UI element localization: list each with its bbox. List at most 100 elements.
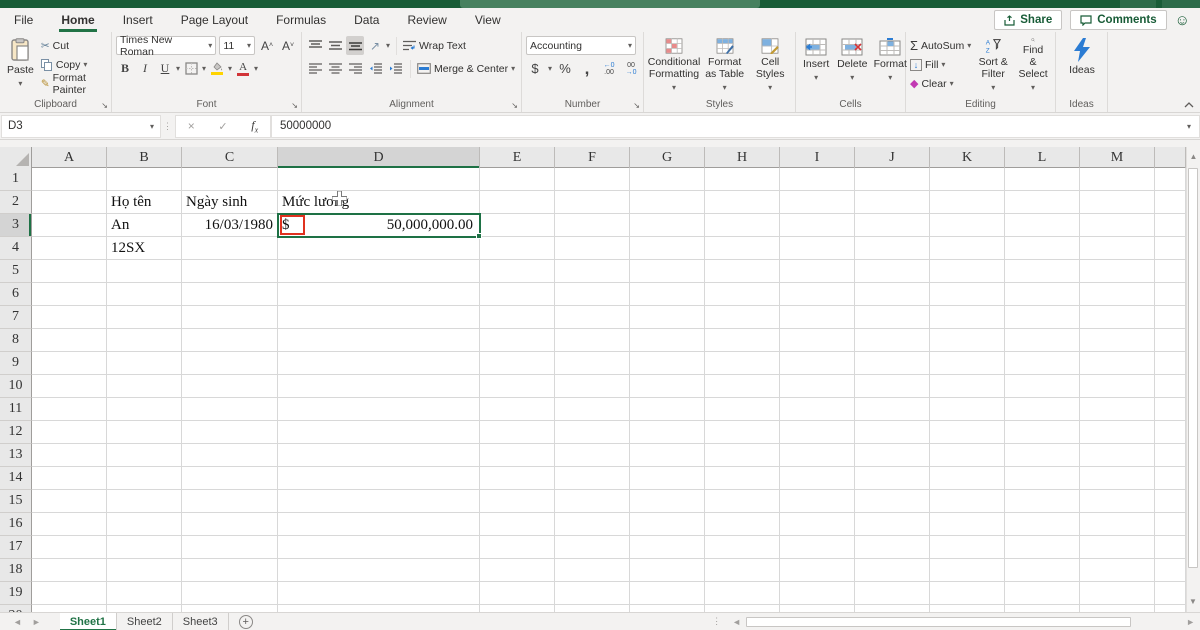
sheet-nav-left-icon[interactable]: ◄ xyxy=(8,617,27,627)
accounting-format-button[interactable]: $ xyxy=(526,59,544,78)
cell-A13[interactable] xyxy=(32,444,107,467)
cell-J5[interactable] xyxy=(855,260,930,283)
cell-B2[interactable]: Họ tên xyxy=(107,191,182,214)
cell-L6[interactable] xyxy=(1005,283,1080,306)
cell-H8[interactable] xyxy=(705,329,780,352)
cell-B14[interactable] xyxy=(107,467,182,490)
cell-C3[interactable]: 16/03/1980 xyxy=(182,214,278,237)
cell-E3[interactable] xyxy=(480,214,555,237)
paste-dropdown-chevron[interactable]: ▾ xyxy=(18,78,22,90)
orientation-chevron[interactable]: ▾ xyxy=(386,41,390,50)
cell-D15[interactable] xyxy=(278,490,480,513)
insert-function-icon[interactable]: fx xyxy=(251,118,258,134)
cell-D16[interactable] xyxy=(278,513,480,536)
cell-K15[interactable] xyxy=(930,490,1005,513)
cell-I15[interactable] xyxy=(780,490,855,513)
cell-L14[interactable] xyxy=(1005,467,1080,490)
hscroll-left-arrow-icon[interactable]: ◄ xyxy=(727,617,746,627)
column-header-E[interactable]: E xyxy=(480,147,555,168)
cell-M15[interactable] xyxy=(1080,490,1155,513)
name-box[interactable]: D3 ▾ xyxy=(1,115,161,138)
cell-E18[interactable] xyxy=(480,559,555,582)
cell-L7[interactable] xyxy=(1005,306,1080,329)
increase-font-size-button[interactable]: A˄ xyxy=(258,36,276,55)
row-header-20[interactable]: 20 xyxy=(0,605,32,612)
hscroll-splitter-dots[interactable]: ⋮ xyxy=(707,616,727,627)
column-header-I[interactable]: I xyxy=(780,147,855,168)
sheet-tab-sheet2[interactable]: Sheet2 xyxy=(117,613,173,630)
cell-E14[interactable] xyxy=(480,467,555,490)
cell-I12[interactable] xyxy=(780,421,855,444)
cell-C17[interactable] xyxy=(182,536,278,559)
cell-D14[interactable] xyxy=(278,467,480,490)
cell-M11[interactable] xyxy=(1080,398,1155,421)
cell-M14[interactable] xyxy=(1080,467,1155,490)
column-header-M[interactable]: M xyxy=(1080,147,1155,168)
formula-bar-splitter[interactable]: ⋮ xyxy=(161,121,175,132)
horizontal-scrollbar-thumb[interactable] xyxy=(746,617,1131,627)
cell-F20[interactable] xyxy=(555,605,630,612)
underline-button[interactable]: U xyxy=(156,59,174,78)
font-color-button[interactable]: A xyxy=(234,59,252,78)
cell-M20[interactable] xyxy=(1080,605,1155,612)
cell-C6[interactable] xyxy=(182,283,278,306)
cell-L4[interactable] xyxy=(1005,237,1080,260)
cell-D20[interactable] xyxy=(278,605,480,612)
ribbon-tab-data[interactable]: Data xyxy=(340,8,393,32)
collapse-ribbon-button[interactable] xyxy=(1184,102,1194,108)
cell-A12[interactable] xyxy=(32,421,107,444)
cell-M8[interactable] xyxy=(1080,329,1155,352)
cell-G4[interactable] xyxy=(630,237,705,260)
fill-color-chevron[interactable]: ▾ xyxy=(228,64,232,73)
row-header-1[interactable]: 1 xyxy=(0,168,32,191)
vertical-scrollbar-thumb[interactable] xyxy=(1188,168,1198,568)
cell-D8[interactable] xyxy=(278,329,480,352)
cell-K9[interactable] xyxy=(930,352,1005,375)
cell-C9[interactable] xyxy=(182,352,278,375)
cell-E5[interactable] xyxy=(480,260,555,283)
cell-M5[interactable] xyxy=(1080,260,1155,283)
cell-I10[interactable] xyxy=(780,375,855,398)
cell-G6[interactable] xyxy=(630,283,705,306)
cell-F15[interactable] xyxy=(555,490,630,513)
cell-I5[interactable] xyxy=(780,260,855,283)
cell-H19[interactable] xyxy=(705,582,780,605)
cell-K7[interactable] xyxy=(930,306,1005,329)
column-header-C[interactable]: C xyxy=(182,147,278,168)
format-painter-button[interactable]: ✎ Format Painter xyxy=(41,74,107,93)
cell-C15[interactable] xyxy=(182,490,278,513)
cell-E6[interactable] xyxy=(480,283,555,306)
cell-F9[interactable] xyxy=(555,352,630,375)
cell-H5[interactable] xyxy=(705,260,780,283)
ribbon-tab-view[interactable]: View xyxy=(461,8,515,32)
cell-M4[interactable] xyxy=(1080,237,1155,260)
cell-M12[interactable] xyxy=(1080,421,1155,444)
cell-F7[interactable] xyxy=(555,306,630,329)
cell-B17[interactable] xyxy=(107,536,182,559)
column-header-G[interactable]: G xyxy=(630,147,705,168)
cell-J20[interactable] xyxy=(855,605,930,612)
cell-C8[interactable] xyxy=(182,329,278,352)
cell-G5[interactable] xyxy=(630,260,705,283)
increase-indent-button[interactable] xyxy=(386,59,404,78)
cell-A9[interactable] xyxy=(32,352,107,375)
cell-K5[interactable] xyxy=(930,260,1005,283)
cell-G19[interactable] xyxy=(630,582,705,605)
cell-F10[interactable] xyxy=(555,375,630,398)
cell-I16[interactable] xyxy=(780,513,855,536)
cell-E19[interactable] xyxy=(480,582,555,605)
cell-B12[interactable] xyxy=(107,421,182,444)
cell-K3[interactable] xyxy=(930,214,1005,237)
ribbon-tab-formulas[interactable]: Formulas xyxy=(262,8,340,32)
cell-D19[interactable] xyxy=(278,582,480,605)
cell-C7[interactable] xyxy=(182,306,278,329)
align-center-button[interactable] xyxy=(326,59,344,78)
cell-J8[interactable] xyxy=(855,329,930,352)
titlebar-search-box[interactable] xyxy=(460,0,760,8)
cell-I11[interactable] xyxy=(780,398,855,421)
formula-bar-expand-chevron[interactable]: ▾ xyxy=(1187,122,1191,131)
cell-C13[interactable] xyxy=(182,444,278,467)
delete-cells-button[interactable]: Delete ▾ xyxy=(834,36,870,96)
cell-M18[interactable] xyxy=(1080,559,1155,582)
cell-D9[interactable] xyxy=(278,352,480,375)
